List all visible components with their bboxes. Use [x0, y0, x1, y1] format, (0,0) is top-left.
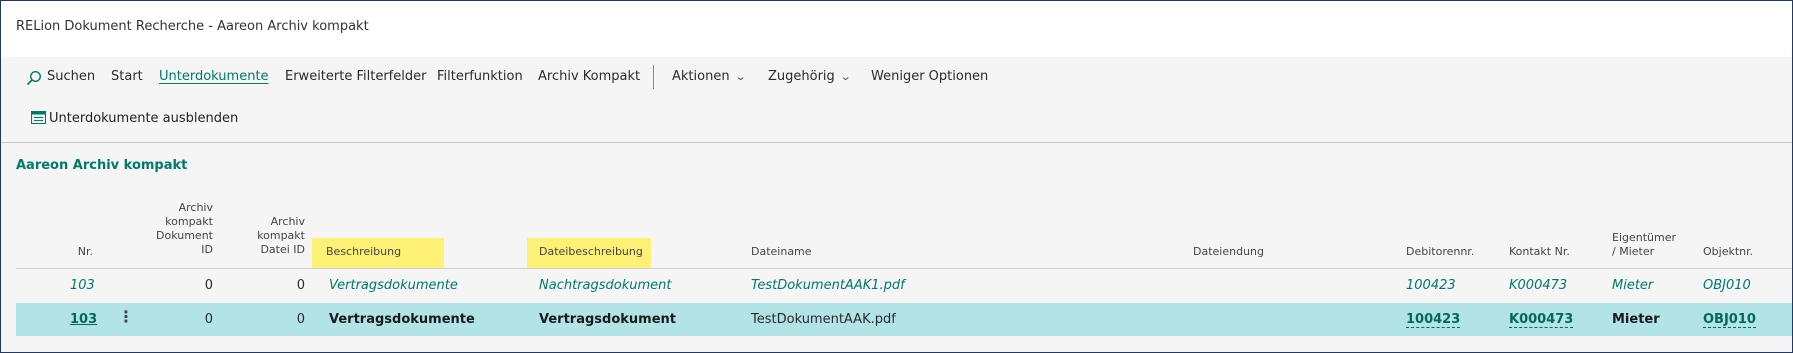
cell-dateiname[interactable]: TestDokumentAAK.pdf [751, 312, 896, 327]
col-header-objektnr[interactable]: Objektnr. [1703, 245, 1753, 259]
col-header-datei-id[interactable]: Archiv kompakt Datei ID [233, 215, 305, 257]
col-header-debitorennr[interactable]: Debitorennr. [1406, 245, 1474, 259]
cell-dateiname[interactable]: TestDokumentAAK1.pdf [751, 278, 905, 293]
col-header-nr[interactable]: Nr. [61, 245, 93, 259]
cell-datei-id: 0 [296, 278, 305, 293]
hide-subdocuments-button[interactable]: Unterdokumente ausblenden [31, 111, 238, 126]
section-title: Aareon Archiv kompakt [16, 158, 188, 173]
cell-kontakt-nr[interactable]: K000473 [1509, 278, 1567, 293]
col-header-line: Datei ID [260, 243, 305, 256]
cell-beschreibung[interactable]: Vertragsdokumente [329, 278, 458, 293]
col-header-dateiendung[interactable]: Dateiendung [1193, 245, 1264, 259]
col-header-dateiname[interactable]: Dateiname [751, 245, 812, 259]
tab-erweiterte-filterfelder[interactable]: Erweiterte Filterfelder [285, 69, 426, 84]
action-separator [653, 65, 654, 89]
col-header-line: Dokument [156, 229, 213, 242]
chevron-down-icon: ⌄ [734, 70, 747, 83]
tab-unterdokumente[interactable]: Unterdokumente [159, 69, 269, 84]
cell-beschreibung[interactable]: Vertragsdokumente [329, 312, 475, 327]
col-header-line: kompakt [165, 215, 213, 228]
cell-eigentuemer[interactable]: Mieter [1612, 312, 1660, 327]
less-options-button[interactable]: Weniger Optionen [871, 69, 988, 84]
menu-zugehoerig[interactable]: Zugehörig ⌄ [768, 69, 852, 84]
col-header-dokument-id[interactable]: Archiv kompakt Dokument ID [141, 201, 213, 257]
app-window: RELion Dokument Recherche - Aareon Archi… [0, 0, 1793, 353]
menu-aktionen[interactable]: Aktionen ⌄ [672, 69, 747, 84]
tab-filterfunktion[interactable]: Filterfunktion [437, 69, 523, 84]
col-header-line: Archiv [178, 201, 213, 214]
sub-action-bar: Unterdokumente ausblenden [1, 101, 1792, 139]
divider [1, 142, 1792, 143]
col-header-line: / Mieter [1612, 245, 1655, 258]
title-bar: RELion Dokument Recherche - Aareon Archi… [1, 1, 1792, 57]
col-header-line: ID [201, 243, 213, 256]
col-header-line: Eigentümer [1612, 231, 1677, 244]
search-icon[interactable] [26, 70, 42, 86]
cell-nr[interactable]: 103 [70, 312, 97, 327]
col-header-dateibeschreibung[interactable]: Dateibeschreibung [539, 245, 643, 259]
table-row[interactable]: 103 0 0 Vertragsdokumente Nachtragsdokum… [16, 269, 1792, 301]
cell-datei-id: 0 [296, 312, 305, 327]
tab-archiv-kompakt[interactable]: Archiv Kompakt [538, 69, 640, 84]
cell-objektnr[interactable]: OBJ010 [1703, 278, 1751, 293]
col-header-kontakt-nr[interactable]: Kontakt Nr. [1509, 245, 1570, 259]
menu-aktionen-label: Aktionen [672, 69, 730, 84]
action-bar: Suchen Start Unterdokumente Erweiterte F… [1, 59, 1792, 97]
col-header-beschreibung[interactable]: Beschreibung [326, 245, 401, 259]
cell-dateibeschreibung[interactable]: Vertragsdokument [539, 312, 676, 327]
cell-dokument-id: 0 [204, 278, 213, 293]
cell-eigentuemer[interactable]: Mieter [1612, 278, 1653, 293]
row-menu-icon[interactable]: ⋮ [118, 309, 134, 325]
chevron-down-icon: ⌄ [839, 70, 852, 83]
cell-dokument-id: 0 [204, 312, 213, 327]
tab-start[interactable]: Start [111, 69, 143, 84]
cell-debitorennr[interactable]: 100423 [1406, 278, 1456, 293]
cell-objektnr[interactable]: OBJ010 [1703, 312, 1756, 328]
col-header-line: kompakt [257, 229, 305, 242]
cell-debitorennr[interactable]: 100423 [1406, 312, 1461, 328]
col-header-line: Archiv [270, 215, 305, 228]
cell-kontakt-nr[interactable]: K000473 [1509, 312, 1574, 328]
search-button[interactable]: Suchen [47, 69, 95, 84]
window-title: RELion Dokument Recherche - Aareon Archi… [16, 19, 369, 34]
table-row-selected[interactable]: 103 ⋮ 0 0 Vertragsdokumente Vertragsdoku… [16, 303, 1792, 336]
document-list-icon [31, 111, 46, 124]
cell-nr[interactable]: 103 [70, 278, 95, 293]
col-header-eigentuemer-mieter[interactable]: Eigentümer / Mieter [1612, 231, 1676, 259]
cell-dateibeschreibung[interactable]: Nachtragsdokument [539, 278, 671, 293]
hide-subdocuments-label: Unterdokumente ausblenden [49, 111, 239, 126]
menu-zugehoerig-label: Zugehörig [768, 69, 835, 84]
